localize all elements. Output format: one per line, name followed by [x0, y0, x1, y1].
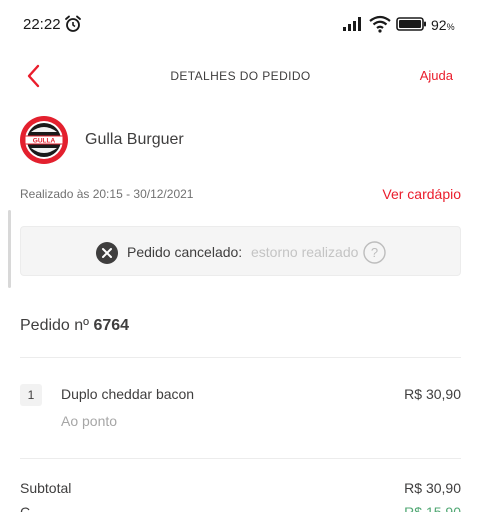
item-name: Duplo cheddar bacon [61, 386, 195, 402]
item-price: R$ 30,90 [404, 386, 461, 402]
store-logo[interactable]: GULLA [20, 116, 68, 164]
scroll-indicator[interactable] [8, 210, 11, 288]
wifi-icon [369, 15, 391, 33]
order-date: Realizado às 20:15 - 30/12/2021 [20, 187, 194, 201]
signal-icon [343, 17, 361, 31]
status-bar: 22:22 92% [0, 0, 481, 50]
delivery-fee-value: R$ 15,90 [404, 504, 461, 512]
order-status-label: Pedido cancelado: [127, 244, 243, 260]
store-logo-text: GULLA [33, 138, 56, 145]
subtotal-label: Subtotal [20, 480, 72, 496]
status-time: 22:22 [23, 16, 61, 33]
store-name: Gulla Burguer [85, 131, 184, 148]
help-link[interactable]: Ajuda [420, 68, 453, 83]
header: DETALHES DO PEDIDO Ajuda [0, 55, 481, 97]
order-status-detail: estorno realizado [251, 244, 359, 260]
delivery-fee-label: C [20, 504, 31, 512]
subtotal-value: R$ 30,90 [404, 480, 461, 496]
view-menu-link[interactable]: Ver cardápio [382, 186, 461, 202]
order-number: Pedido nº 6764 [20, 317, 130, 334]
divider [20, 357, 461, 358]
battery-level: 92% [431, 17, 455, 33]
item-quantity: 1 [20, 384, 42, 406]
page-title: DETALHES DO PEDIDO [170, 69, 311, 83]
battery-icon [396, 17, 426, 31]
order-status-card: Pedido cancelado: estorno realizado ? [20, 226, 461, 276]
divider [20, 458, 461, 459]
svg-text:?: ? [371, 245, 378, 260]
alarm-icon [65, 15, 81, 32]
item-note: Ao ponto [61, 413, 118, 429]
cancel-icon [96, 242, 118, 264]
question-icon[interactable]: ? [363, 241, 386, 264]
